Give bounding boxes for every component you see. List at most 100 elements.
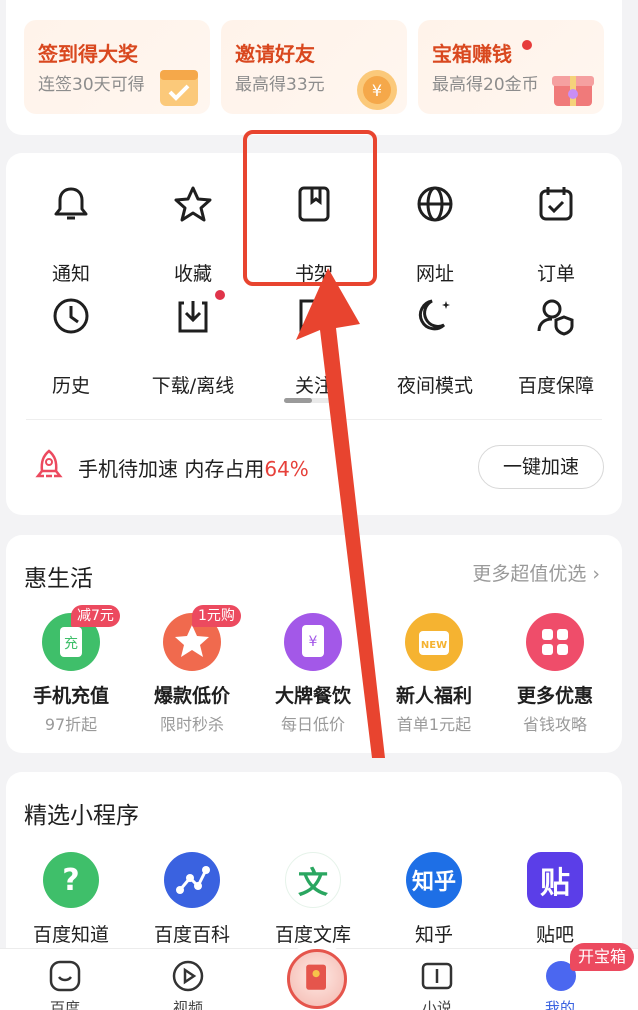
zhihu-icon: 知乎 (406, 852, 462, 908)
section-title: 惠生活 (24, 566, 93, 592)
speed-status-text: 手机待加速 内存占用 (78, 457, 265, 481)
star-icon (174, 186, 212, 222)
life-item-newbie[interactable]: NEW 新人福利 首单1元起 (374, 609, 494, 739)
reward-title: 宝箱赚钱 (432, 42, 512, 66)
life-item-dining[interactable]: ¥ 大牌餐饮 每日低价 (253, 609, 373, 739)
life-item-name: 手机充值 (32, 685, 109, 707)
life-item-name: 新人福利 (395, 685, 472, 707)
follow-icon (299, 299, 329, 334)
svg-text:¥: ¥ (309, 634, 318, 650)
reward-treasure[interactable]: 宝箱赚钱 最高得20金币 (418, 20, 604, 114)
nav-video[interactable]: 视频 (128, 949, 248, 1010)
svg-text:¥: ¥ (372, 81, 382, 100)
gift-box-icon (552, 76, 594, 106)
section-title: 精选小程序 (24, 803, 139, 829)
red-packet-icon (287, 949, 347, 1009)
memory-percent: 64% (264, 457, 309, 481)
tool-label: 夜间模式 (396, 375, 473, 397)
smile-box-icon (49, 960, 81, 992)
mini-baidu-baike[interactable]: 百度百科 (132, 850, 252, 950)
highlight-box (243, 130, 377, 286)
nav-label: 视频 (172, 999, 203, 1010)
life-item-name: 爆款低价 (153, 685, 230, 707)
download-icon (178, 301, 208, 333)
tool-label: 网址 (415, 263, 454, 285)
reward-checkin[interactable]: 签到得大奖 连签30天可得 (24, 20, 210, 114)
tool-websites[interactable]: 网址 (385, 175, 485, 285)
bell-icon (54, 187, 88, 220)
life-item-name: 更多优惠 (516, 685, 593, 707)
nav-novel[interactable]: 小说 (377, 949, 497, 1010)
moon-icon (418, 299, 450, 331)
page-indicator-active (284, 398, 312, 403)
life-item-sub: 首单1元起 (396, 715, 472, 734)
tool-label: 百度保障 (517, 375, 594, 397)
grid-icon (526, 613, 584, 671)
user-shield-icon (537, 299, 574, 336)
life-item-name: 大牌餐饮 (274, 685, 351, 707)
question-icon: ? (43, 852, 99, 908)
nav-label: 我的 (544, 999, 575, 1010)
clock-icon (53, 298, 89, 334)
calendar-icon (160, 70, 198, 106)
tool-follow[interactable]: 关注 (264, 287, 364, 397)
dining-coupon-icon: ¥ (284, 613, 342, 671)
discount-badge: 减7元 (71, 605, 120, 627)
svg-text:NEW: NEW (421, 640, 447, 651)
nav-home[interactable]: 百度 (5, 949, 125, 1010)
tool-protection[interactable]: 百度保障 (506, 287, 606, 397)
life-item-sub: 省钱攻略 (522, 715, 587, 734)
open-treasure-badge[interactable]: 开宝箱 (570, 943, 635, 971)
open-book-icon (421, 962, 453, 990)
tool-label: 订单 (536, 263, 575, 285)
more-deals-label: 更多超值优选 (472, 563, 587, 585)
tool-favorites[interactable]: 收藏 (143, 175, 243, 285)
tool-orders[interactable]: 订单 (506, 175, 606, 285)
mini-baidu-wenku[interactable]: 文 百度文库 (253, 850, 373, 950)
life-item-sub: 97折起 (44, 715, 98, 734)
mini-zhihu[interactable]: 知乎 知乎 (374, 850, 494, 950)
mini-item-name: 百度百科 (153, 924, 230, 946)
reward-invite[interactable]: 邀请好友 最高得33元 ¥ (221, 20, 407, 114)
speed-status: 手机待加速 内存占用64% (78, 453, 309, 482)
new-gift-icon: NEW (405, 613, 463, 671)
tieba-icon: 贴 (527, 852, 583, 908)
page-indicator (284, 398, 340, 403)
life-item-hot-deals[interactable]: 1元购 爆款低价 限时秒杀 (132, 605, 252, 739)
svg-text:充: 充 (64, 636, 78, 652)
nav-red-packet[interactable] (281, 943, 353, 1010)
life-item-sub: 每日低价 (280, 715, 345, 734)
reward-title: 邀请好友 (235, 42, 315, 66)
speed-up-button[interactable]: 一键加速 (478, 445, 604, 489)
mini-item-name: 百度知道 (32, 924, 109, 946)
tool-label: 收藏 (173, 263, 212, 285)
order-calendar-icon (539, 187, 573, 221)
hui-life-card: 惠生活 更多超值优选 › 充 减7元 手机充值 97折起 1元购 爆款低价 限时… (6, 535, 622, 753)
mini-tieba[interactable]: 贴 贴吧 (495, 850, 615, 950)
reward-subtitle: 最高得33元 (235, 75, 325, 95)
life-item-recharge[interactable]: 充 减7元 手机充值 97折起 (11, 605, 131, 739)
play-icon (172, 960, 204, 992)
reward-subtitle: 最高得20金币 (432, 75, 539, 95)
discount-badge: 1元购 (192, 605, 241, 627)
tool-label: 下载/离线 (151, 375, 235, 397)
wenku-icon: 文 (285, 852, 341, 908)
mini-item-name: 知乎 (414, 924, 453, 946)
more-deals-link[interactable]: 更多超值优选 › (472, 559, 600, 586)
reward-red-dot (522, 40, 532, 50)
network-icon (164, 852, 220, 908)
chevron-right-icon: › (592, 563, 600, 585)
tool-label: 历史 (51, 375, 90, 397)
life-item-more-deals[interactable]: 更多优惠 省钱攻略 (495, 609, 615, 739)
globe-icon (417, 186, 453, 222)
rocket-icon (35, 449, 63, 478)
mini-baidu-zhidao[interactable]: ? 百度知道 (11, 850, 131, 950)
reward-subtitle: 连签30天可得 (38, 75, 145, 95)
tool-label: 通知 (51, 263, 90, 285)
nav-label: 百度 (49, 999, 80, 1010)
tool-notifications[interactable]: 通知 (21, 175, 121, 285)
tool-night-mode[interactable]: 夜间模式 (385, 287, 485, 397)
tool-history[interactable]: 历史 (21, 287, 121, 397)
tool-label: 关注 (294, 375, 333, 397)
tool-downloads[interactable]: 下载/离线 (143, 287, 243, 397)
